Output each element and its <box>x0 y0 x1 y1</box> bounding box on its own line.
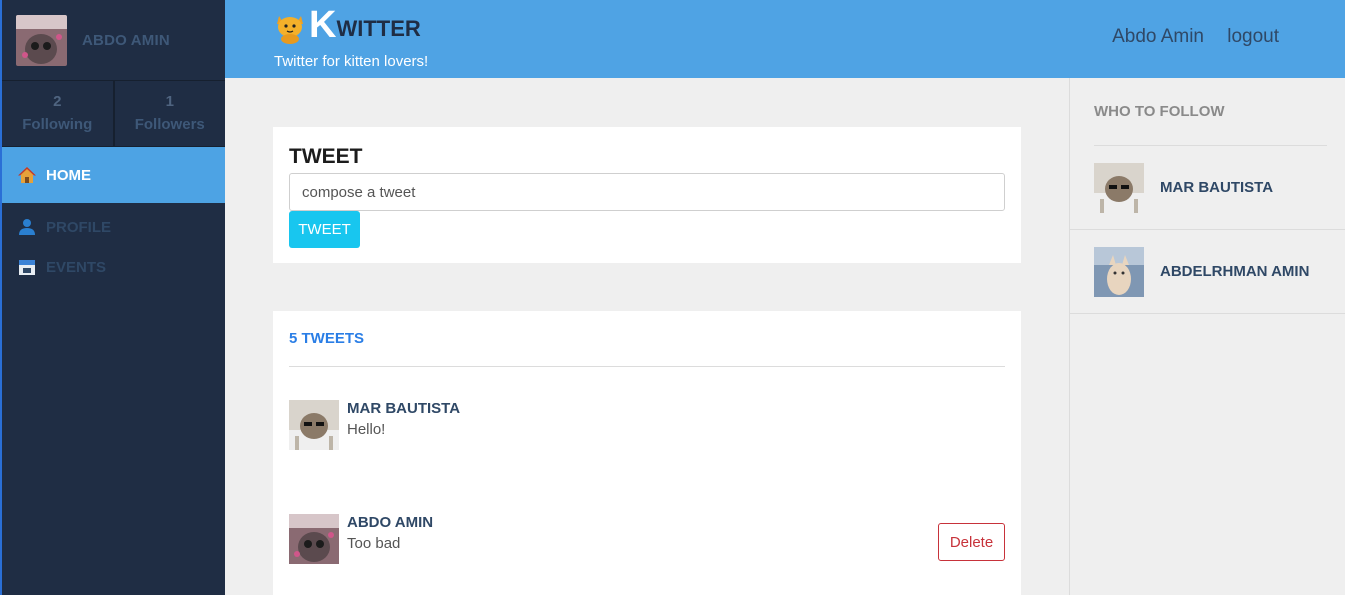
sidebar-user-name: ABDO AMIN <box>82 31 170 49</box>
sidebar-item-events[interactable]: EVENTS <box>2 247 225 287</box>
follow-suggestion[interactable]: MAR BAUTISTA <box>1070 146 1345 230</box>
tweet-button[interactable]: TWEET <box>289 211 360 248</box>
sidebar-item-label: PROFILE <box>46 218 112 236</box>
calendar-icon <box>18 258 36 276</box>
tweet-body: ABDO AMIN Too bad <box>347 514 433 595</box>
home-icon <box>18 166 36 184</box>
sidebar-item-profile[interactable]: PROFILE <box>2 207 225 247</box>
stat-following[interactable]: 2 Following <box>2 81 113 146</box>
follow-user-name: MAR BAUTISTA <box>1160 179 1274 196</box>
tweet-text: Hello! <box>347 421 386 438</box>
tweet-count: 5 TWEETS <box>289 311 1005 367</box>
follow-user-name: ABDELRHMAN AMIN <box>1160 263 1310 280</box>
avatar <box>1094 246 1144 297</box>
tweet-item: MAR BAUTISTA Hello! <box>289 367 1005 481</box>
avatar[interactable] <box>289 400 339 450</box>
top-header: K WITTER Twitter for kitten lovers! Abdo… <box>225 0 1345 78</box>
follow-stats: 2 Following 1 Followers <box>2 81 225 147</box>
sidebar-item-label: EVENTS <box>46 258 107 276</box>
stat-followers[interactable]: 1 Followers <box>112 81 226 146</box>
following-count: 2 <box>53 93 62 110</box>
sidebar-profile[interactable]: ABDO AMIN <box>2 0 225 81</box>
brand-initial: K <box>309 4 337 46</box>
sidebar-item-label: HOME <box>46 166 91 184</box>
cat-icon <box>273 10 307 44</box>
sidebar-nav: HOME PROFILE EVENTS <box>2 147 225 287</box>
feed-card: 5 TWEETS MAR BAUTISTA Hello! ABDO AMIN T… <box>273 311 1021 595</box>
sidebar: ABDO AMIN 2 Following 1 Followers HOME P… <box>0 0 225 595</box>
followers-label: Followers <box>134 116 205 133</box>
avatar <box>1094 162 1144 213</box>
follow-suggestion[interactable]: ABDELRHMAN AMIN <box>1070 230 1345 314</box>
compose-card: TWEET TWEET <box>273 127 1021 263</box>
compose-input[interactable] <box>289 173 1005 211</box>
brand-logo[interactable]: K WITTER <box>273 6 421 44</box>
who-to-follow-panel: WHO TO FOLLOW MAR BAUTISTA ABDELRHMAN AM… <box>1069 78 1345 595</box>
following-label: Following <box>22 116 93 133</box>
tweet-item: ABDO AMIN Too bad Delete <box>289 481 1005 595</box>
avatar[interactable] <box>289 514 339 564</box>
tweet-author[interactable]: ABDO AMIN <box>347 514 433 531</box>
who-to-follow-title: WHO TO FOLLOW <box>1094 78 1327 146</box>
tweet-author[interactable]: MAR BAUTISTA <box>347 400 460 417</box>
delete-tweet-button[interactable]: Delete <box>938 523 1005 561</box>
avatar <box>16 14 67 66</box>
followers-count: 1 <box>165 93 174 110</box>
brand-name: WITTER <box>336 16 421 41</box>
logout-link[interactable]: logout <box>1227 26 1279 48</box>
user-icon <box>18 218 36 236</box>
compose-title: TWEET <box>289 145 363 168</box>
sidebar-item-home[interactable]: HOME <box>2 147 225 203</box>
tweet-text: Too bad <box>347 535 401 552</box>
tagline: Twitter for kitten lovers! <box>274 53 429 70</box>
header-user-link[interactable]: Abdo Amin <box>1112 26 1204 48</box>
tweet-body: MAR BAUTISTA Hello! <box>347 400 460 481</box>
